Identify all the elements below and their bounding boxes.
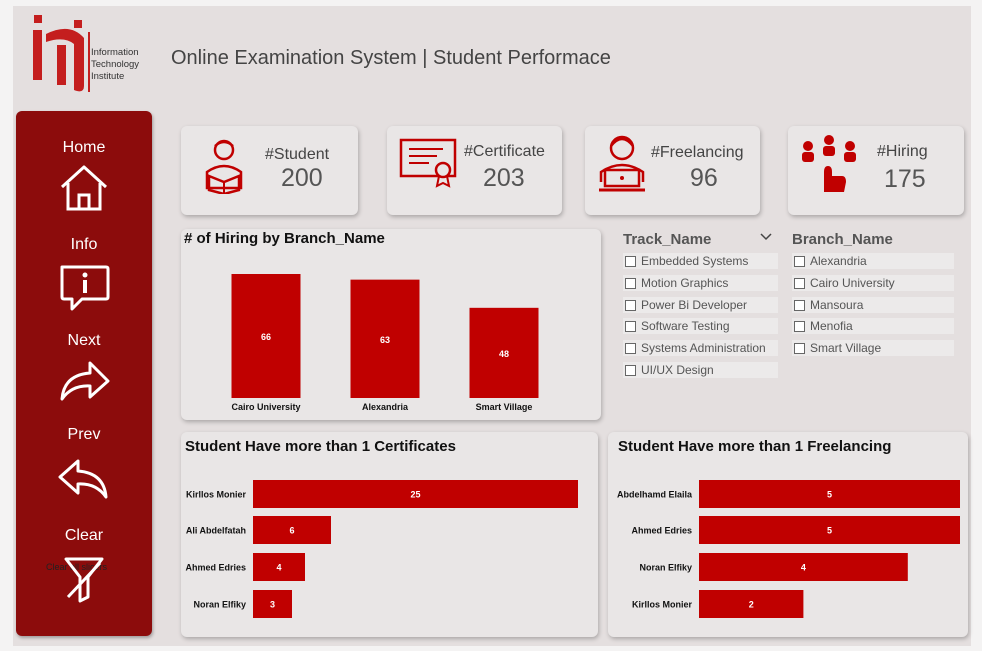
hiring-icon bbox=[802, 135, 856, 192]
track-slicer-title: Track_Name bbox=[623, 231, 712, 248]
freelancing-category-label: Kirllos Monier bbox=[632, 600, 693, 610]
student-reading-icon bbox=[205, 139, 243, 194]
checkbox[interactable] bbox=[794, 321, 805, 333]
nav-clear-label[interactable]: Clear bbox=[16, 527, 152, 545]
nav-next-label[interactable]: Next bbox=[16, 332, 152, 350]
track-slicer-item-label: UI/UX Design bbox=[641, 363, 714, 377]
freelancing-category-label: Ahmed Edries bbox=[631, 526, 692, 536]
track-slicer-item[interactable]: Motion Graphics bbox=[623, 274, 778, 291]
certificates-category-label: Ali Abdelfatah bbox=[186, 526, 246, 536]
certificates-category-label: Ahmed Edries bbox=[185, 563, 246, 573]
track-slicer-item-label: Motion Graphics bbox=[641, 275, 729, 290]
logo-line-3: Institute bbox=[91, 71, 125, 82]
info-icon[interactable] bbox=[56, 261, 112, 313]
certificate-icon bbox=[399, 138, 457, 188]
track-slicer-item[interactable]: Embedded Systems bbox=[623, 253, 778, 269]
track-slicer-item[interactable]: Power Bi Developer bbox=[623, 296, 778, 313]
kpi-card-freelancing: #Freelancing 96 bbox=[585, 126, 760, 215]
certificates-category-label: Noran Elfiky bbox=[193, 600, 246, 610]
forward-arrow-icon[interactable] bbox=[56, 355, 112, 407]
page-title: Online Examination System | Student Perf… bbox=[171, 47, 611, 69]
clear-filter-icon[interactable] bbox=[56, 553, 112, 605]
nav-home-label[interactable]: Home bbox=[16, 139, 152, 157]
branch-slicer-item[interactable]: Menofia bbox=[792, 318, 954, 335]
kpi-freelancing-label: #Freelancing bbox=[651, 144, 744, 161]
kpi-hiring-label: #Hiring bbox=[877, 143, 928, 160]
kpi-certificate-label: #Certificate bbox=[464, 143, 545, 160]
kpi-certificate-value: 203 bbox=[483, 164, 525, 192]
checkbox[interactable] bbox=[625, 299, 636, 311]
hiring-category-label: Alexandria bbox=[362, 402, 409, 412]
certificates-bar-chart: 25 Kirllos Monier 6 Ali Abdelfatah 4 Ahmed Ed… bbox=[185, 480, 578, 618]
freelancing-bar-value: 4 bbox=[801, 563, 806, 573]
logo-line-2: Technology bbox=[91, 59, 140, 70]
kpi-card-hiring: #Hiring 175 bbox=[788, 126, 964, 215]
certificates-bar-value: 4 bbox=[276, 563, 281, 573]
checkbox[interactable] bbox=[625, 256, 636, 267]
checkbox[interactable] bbox=[794, 299, 805, 311]
home-icon[interactable] bbox=[56, 163, 112, 215]
freelancing-chart-card: Student Have more than 1 Freelancing 5 Ab… bbox=[608, 432, 968, 637]
kpi-freelancing-value: 96 bbox=[690, 164, 718, 192]
certificates-category-label: Kirllos Monier bbox=[186, 490, 247, 500]
hiring-category-label: Cairo University bbox=[231, 402, 300, 412]
branch-slicer-item[interactable]: Smart Village bbox=[792, 340, 954, 357]
branch-slicer-item-label: Alexandria bbox=[810, 254, 867, 268]
nav-prev-label[interactable]: Prev bbox=[16, 426, 152, 444]
track-slicer-item-label: Systems Administration bbox=[641, 341, 766, 356]
freelancing-bar-chart: 5 Abdelhamd Elaila 5 Ahmed Edries 4 Noran Elf… bbox=[617, 480, 960, 618]
back-arrow-icon[interactable] bbox=[56, 449, 112, 501]
track-slicer-item[interactable]: Software Testing bbox=[623, 318, 778, 335]
certificates-chart-card: Student Have more than 1 Certificates 25… bbox=[181, 432, 598, 637]
sidebar-nav: Home Info Next Prev Clear Clear all slic… bbox=[16, 111, 152, 636]
kpi-hiring-value: 175 bbox=[884, 165, 926, 193]
logo-line-1: Information bbox=[91, 47, 139, 58]
checkbox[interactable] bbox=[625, 277, 636, 289]
branch-slicer-item[interactable]: Alexandria bbox=[792, 253, 954, 269]
freelancing-category-label: Noran Elfiky bbox=[639, 563, 692, 573]
checkbox[interactable] bbox=[625, 365, 636, 376]
hiring-chart-card: # of Hiring by Branch_Name 66 Cairo Unive… bbox=[181, 229, 601, 420]
track-slicer-item-label: Software Testing bbox=[641, 319, 730, 334]
kpi-student-value: 200 bbox=[281, 164, 323, 192]
branch-slicer-item-label: Menofia bbox=[810, 319, 853, 334]
chevron-down-icon[interactable] bbox=[759, 232, 773, 242]
hiring-bar-value: 48 bbox=[499, 349, 509, 359]
kpi-card-student: #Student 200 bbox=[181, 126, 358, 215]
checkbox[interactable] bbox=[625, 343, 636, 355]
freelancing-bar-value: 5 bbox=[827, 526, 832, 536]
freelancing-bar-value: 2 bbox=[749, 600, 754, 610]
kpi-card-certificate: #Certificate 203 bbox=[387, 126, 562, 215]
checkbox[interactable] bbox=[625, 321, 636, 333]
checkbox[interactable] bbox=[794, 343, 805, 355]
freelancer-laptop-icon bbox=[599, 135, 645, 192]
track-slicer-item[interactable]: Systems Administration bbox=[623, 340, 778, 357]
branch-slicer-title: Branch_Name bbox=[792, 231, 893, 248]
track-slicer-item-label: Embedded Systems bbox=[641, 254, 749, 268]
track-slicer-item[interactable]: UI/UX Design bbox=[623, 362, 778, 378]
hiring-bar-value: 63 bbox=[380, 335, 390, 345]
certificates-bar-value: 25 bbox=[410, 490, 420, 500]
hiring-category-label: Smart Village bbox=[476, 402, 533, 412]
checkbox[interactable] bbox=[794, 277, 805, 289]
nav-info-label[interactable]: Info bbox=[16, 236, 152, 254]
hiring-bar-value: 66 bbox=[261, 332, 271, 342]
kpi-student-label: #Student bbox=[265, 146, 330, 163]
track-slicer-item-label: Power Bi Developer bbox=[641, 297, 748, 312]
branch-slicer-item-label: Mansoura bbox=[810, 297, 864, 312]
branch-slicer-item-label: Cairo University bbox=[810, 275, 895, 290]
freelancing-bar-value: 5 bbox=[827, 490, 832, 500]
certificates-bar-value: 3 bbox=[270, 600, 275, 610]
certificates-bar-value: 6 bbox=[289, 526, 294, 536]
freelancing-category-label: Abdelhamd Elaila bbox=[617, 490, 693, 500]
branch-slicer-item[interactable]: Cairo University bbox=[792, 274, 954, 291]
branch-slicer-item[interactable]: Mansoura bbox=[792, 296, 954, 313]
hiring-bar-chart: 66 Cairo University 63 Alexandria 48 Smart Vi… bbox=[231, 274, 539, 412]
branch-slicer-item-label: Smart Village bbox=[810, 341, 882, 356]
checkbox[interactable] bbox=[794, 256, 805, 267]
logo-text: Information Technology Institute bbox=[91, 47, 139, 83]
